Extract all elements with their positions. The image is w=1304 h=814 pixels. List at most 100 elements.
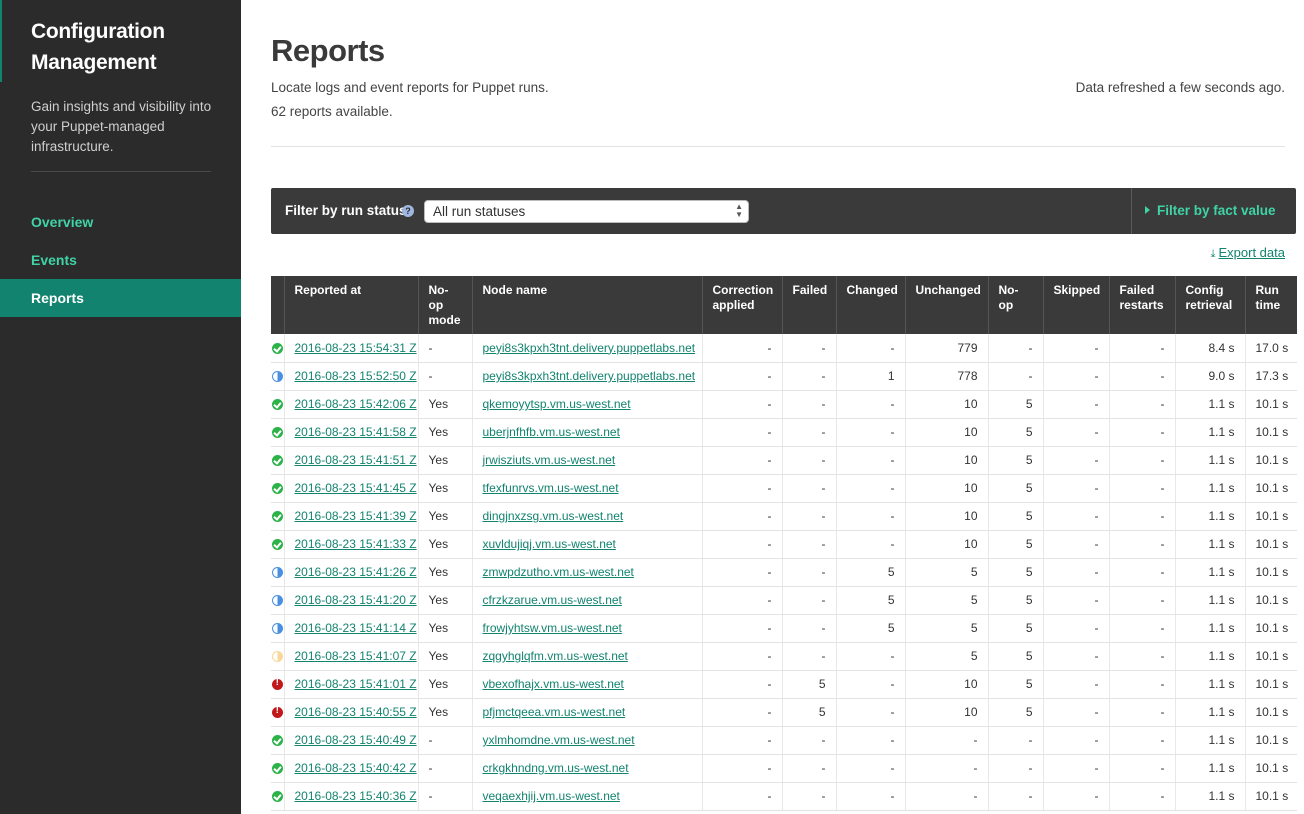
report-link[interactable]: 2016-08-23 15:41:01 Z <box>295 677 417 691</box>
node-link[interactable]: dingjnxzsg.vm.us-west.net <box>483 509 624 523</box>
node-link[interactable]: yxlmhomdne.vm.us-west.net <box>483 733 635 747</box>
node-link[interactable]: tfexfunrvs.vm.us-west.net <box>483 481 619 495</box>
report-link[interactable]: 2016-08-23 15:52:50 Z <box>295 369 417 383</box>
node-link[interactable]: crkgkhndng.vm.us-west.net <box>483 761 629 775</box>
node-link[interactable]: jrwisziuts.vm.us-west.net <box>483 453 616 467</box>
node-link[interactable]: frowjyhtsw.vm.us-west.net <box>483 621 622 635</box>
cell-config-retrieval: 1.1 s <box>1175 530 1246 559</box>
report-link[interactable]: 2016-08-23 15:41:07 Z <box>295 649 417 663</box>
report-link[interactable]: 2016-08-23 15:41:45 Z <box>295 481 417 495</box>
col-noop[interactable]: No-op <box>988 276 1044 334</box>
node-link[interactable]: pfjmctqeea.vm.us-west.net <box>483 705 626 719</box>
report-link[interactable]: 2016-08-23 15:40:49 Z <box>295 733 417 747</box>
col-failed-restarts[interactable]: Failed restarts <box>1109 276 1176 334</box>
report-link[interactable]: 2016-08-23 15:40:36 Z <box>295 789 417 803</box>
cell-status <box>271 362 285 391</box>
status-success-icon <box>271 427 283 439</box>
node-link[interactable]: cfrzkzarue.vm.us-west.net <box>483 593 622 607</box>
cell-reported-at: 2016-08-23 15:41:33 Z <box>284 530 419 559</box>
report-link[interactable]: 2016-08-23 15:40:55 Z <box>295 705 417 719</box>
cell-noop-mode: - <box>418 782 473 811</box>
cell-failed: - <box>782 614 837 643</box>
table-row: 2016-08-23 15:41:26 Z Yes zmwpdzutho.vm.us… <box>271 558 1297 587</box>
node-link[interactable]: xuvldujiqj.vm.us-west.net <box>483 537 616 551</box>
cell-reported-at: 2016-08-23 15:40:36 Z <box>284 782 419 811</box>
node-link[interactable]: uberjnfhfb.vm.us-west.net <box>483 425 620 439</box>
cell-failed-restarts: - <box>1109 698 1176 727</box>
report-link[interactable]: 2016-08-23 15:41:51 Z <box>295 453 417 467</box>
cell-skipped: - <box>1043 670 1110 699</box>
col-changed[interactable]: Changed <box>836 276 906 334</box>
reports-table-wrap: Reported at No-op mode Node name Correct… <box>271 276 1297 811</box>
cell-skipped: - <box>1043 530 1110 559</box>
col-unchanged[interactable]: Unchanged <box>905 276 989 334</box>
cell-noop: 5 <box>988 474 1044 503</box>
cell-node-name: pfjmctqeea.vm.us-west.net <box>472 698 703 727</box>
export-data-link[interactable]: ⤓ Export data <box>1211 245 1285 261</box>
node-link[interactable]: veqaexhjij.vm.us-west.net <box>483 789 620 803</box>
cell-skipped: - <box>1043 614 1110 643</box>
cell-failed-restarts: - <box>1109 670 1176 699</box>
cell-noop: - <box>988 362 1044 391</box>
cell-unchanged: 10 <box>905 418 989 447</box>
cell-failed-restarts: - <box>1109 614 1176 643</box>
nav-item-reports[interactable]: Reports <box>0 279 241 317</box>
cell-unchanged: 10 <box>905 530 989 559</box>
cell-skipped: - <box>1043 698 1110 727</box>
cell-changed: - <box>836 418 906 447</box>
col-noop-mode[interactable]: No-op mode <box>418 276 473 334</box>
fact-filter-toggle[interactable]: Filter by fact value <box>1145 203 1276 218</box>
col-node-name[interactable]: Node name <box>472 276 703 334</box>
cell-reported-at: 2016-08-23 15:41:39 Z <box>284 502 419 531</box>
app-tagline: Gain insights and visibility into your P… <box>31 99 212 154</box>
cell-config-retrieval: 1.1 s <box>1175 782 1246 811</box>
run-status-select[interactable]: All run statuses ▲ ▼ <box>424 200 749 223</box>
table-row: 2016-08-23 15:41:07 Z Yes zqgyhglqfm.vm.us… <box>271 642 1297 671</box>
cell-noop-mode: Yes <box>418 614 473 643</box>
table-row: 2016-08-23 15:41:58 Z Yes uberjnfhfb.vm.us… <box>271 418 1297 447</box>
cell-skipped: - <box>1043 446 1110 475</box>
node-link[interactable]: qkemoyytsp.vm.us-west.net <box>483 397 631 411</box>
report-link[interactable]: 2016-08-23 15:41:39 Z <box>295 509 417 523</box>
cell-status <box>271 474 285 503</box>
cell-reported-at: 2016-08-23 15:40:55 Z <box>284 698 419 727</box>
report-link[interactable]: 2016-08-23 15:42:06 Z <box>295 397 417 411</box>
help-icon[interactable]: ? <box>402 205 414 217</box>
col-run-time[interactable]: Run time <box>1245 276 1297 334</box>
report-link[interactable]: 2016-08-23 15:54:31 Z <box>295 341 417 355</box>
cell-correction: - <box>702 670 783 699</box>
node-link[interactable]: vbexofhajx.vm.us-west.net <box>483 677 624 691</box>
cell-status <box>271 558 285 587</box>
node-link[interactable]: zqgyhglqfm.vm.us-west.net <box>483 649 628 663</box>
col-skipped[interactable]: Skipped <box>1043 276 1110 334</box>
caret-right-icon <box>1145 206 1150 214</box>
report-link[interactable]: 2016-08-23 15:41:33 Z <box>295 537 417 551</box>
report-link[interactable]: 2016-08-23 15:41:58 Z <box>295 425 417 439</box>
nav-item-events[interactable]: Events <box>0 241 241 279</box>
table-row: 2016-08-23 15:40:49 Z - yxlmhomdne.vm.us-w… <box>271 726 1297 755</box>
col-correction-applied[interactable]: Correction applied <box>702 276 783 334</box>
cell-correction: - <box>702 642 783 671</box>
cell-correction: - <box>702 782 783 811</box>
cell-skipped: - <box>1043 558 1110 587</box>
cell-skipped: - <box>1043 782 1110 811</box>
node-link[interactable]: zmwpdzutho.vm.us-west.net <box>483 565 634 579</box>
col-reported-at[interactable]: Reported at <box>284 276 419 334</box>
nav-item-overview[interactable]: Overview <box>0 203 241 241</box>
cell-reported-at: 2016-08-23 15:54:31 Z <box>284 334 419 363</box>
report-link[interactable]: 2016-08-23 15:41:14 Z <box>295 621 417 635</box>
report-link[interactable]: 2016-08-23 15:41:26 Z <box>295 565 417 579</box>
cell-failed-restarts: - <box>1109 642 1176 671</box>
status-success-icon <box>271 763 283 775</box>
download-icon: ⤓ <box>1210 248 1216 260</box>
cell-changed: - <box>836 726 906 755</box>
cell-changed: 5 <box>836 558 906 587</box>
node-link[interactable]: peyi8s3kpxh3tnt.delivery.puppetlabs.net <box>483 341 696 355</box>
node-link[interactable]: peyi8s3kpxh3tnt.delivery.puppetlabs.net <box>483 369 696 383</box>
report-link[interactable]: 2016-08-23 15:40:42 Z <box>295 761 417 775</box>
cell-correction: - <box>702 446 783 475</box>
col-failed[interactable]: Failed <box>782 276 837 334</box>
cell-noop-mode: Yes <box>418 670 473 699</box>
report-link[interactable]: 2016-08-23 15:41:20 Z <box>295 593 417 607</box>
col-config-retrieval[interactable]: Config retrieval <box>1175 276 1246 334</box>
